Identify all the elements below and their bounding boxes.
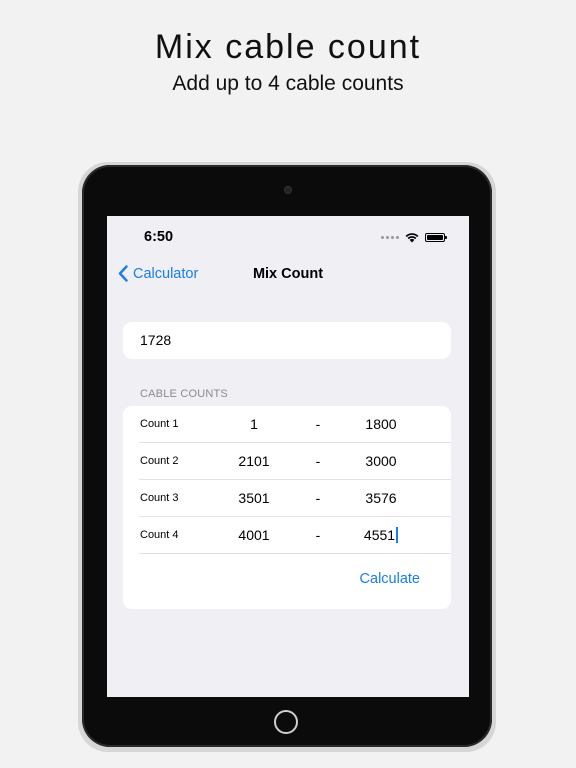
range-separator: - (315, 453, 321, 469)
count-from-field[interactable]: 1 (214, 406, 294, 443)
cable-counts-card: Count 1 1 - 1800 Count 2 2101 - 3000 Cou… (123, 406, 451, 609)
count-to-field[interactable]: 1800 (341, 406, 421, 443)
app-screen: 6:50 Calculator Mix Count CABLE COUNTS (107, 216, 469, 697)
count-label: Count 4 (140, 529, 179, 541)
headline: Mix cable count (154, 28, 422, 66)
count-to-field[interactable]: 3000 (341, 443, 421, 480)
section-header: CABLE COUNTS (140, 388, 228, 400)
count-row-1: Count 1 1 - 1800 (139, 406, 451, 443)
count-to-field[interactable]: 3576 (341, 480, 421, 517)
camera-icon (285, 187, 291, 193)
battery-icon (425, 232, 447, 242)
wifi-icon (405, 232, 419, 242)
count-from-field[interactable]: 2101 (214, 443, 294, 480)
total-count-card (123, 322, 451, 359)
calculate-button[interactable]: Calculate (360, 571, 420, 587)
count-from-field[interactable]: 3501 (214, 480, 294, 517)
status-icons (381, 231, 447, 243)
count-to-value: 4551 (363, 527, 396, 543)
total-count-input[interactable] (140, 322, 430, 359)
count-row-3: Count 3 3501 - 3576 (139, 480, 451, 517)
count-row-4: Count 4 4001 - 4551 (139, 517, 451, 554)
count-to-field-active[interactable]: 4551 (341, 517, 421, 554)
tablet-device: 6:50 Calculator Mix Count CABLE COUNTS (82, 165, 492, 747)
count-from-field[interactable]: 4001 (214, 517, 294, 554)
count-label: Count 1 (140, 418, 179, 430)
signal-dots-icon (381, 235, 399, 239)
divider (139, 553, 451, 554)
range-separator: - (315, 416, 321, 432)
count-label: Count 3 (140, 492, 179, 504)
subheadline: Add up to 4 cable counts (172, 72, 404, 95)
count-row-2: Count 2 2101 - 3000 (139, 443, 451, 480)
home-button[interactable] (274, 710, 298, 734)
text-cursor (396, 527, 399, 544)
status-time: 6:50 (144, 229, 174, 245)
page-title: Mix Count (252, 266, 324, 282)
range-separator: - (315, 527, 321, 543)
range-separator: - (315, 490, 321, 506)
count-label: Count 2 (140, 455, 179, 467)
